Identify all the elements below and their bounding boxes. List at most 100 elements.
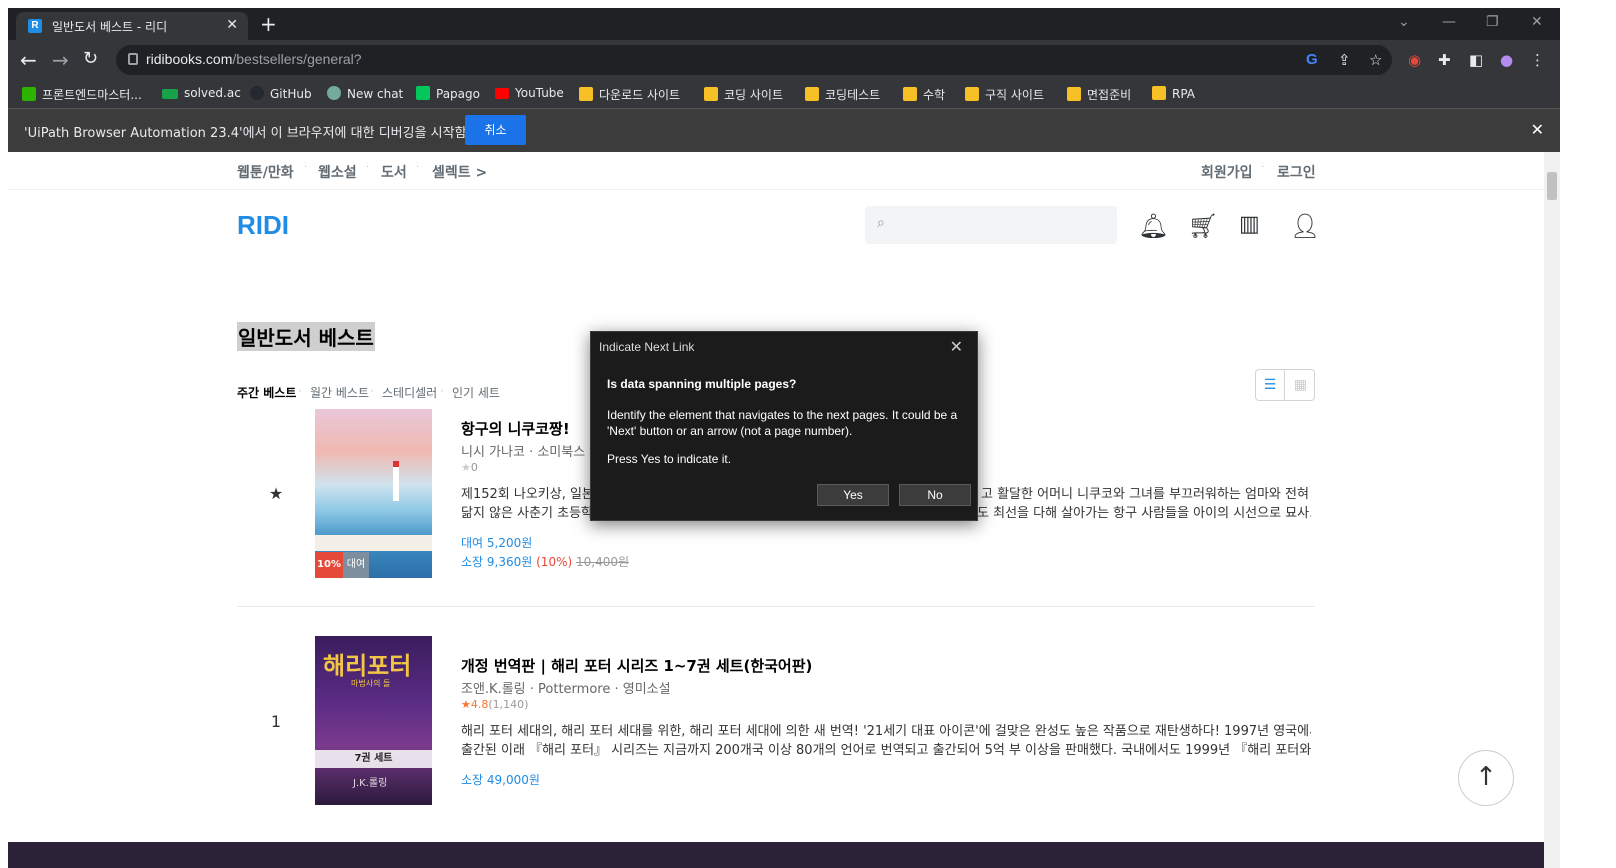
indicate-next-link-dialog: Indicate Next Link ✕ Is data spanning mu… [590,331,978,521]
book-description: 고 활달한 어머니 니쿠코와 그녀를 부끄러워하는 엄마와 전혀 [981,487,1309,502]
arrow-up-icon: ↑ [1475,762,1497,792]
book-author[interactable]: 니시 가나코 · 소미북스 [461,441,585,460]
tab-search-icon[interactable]: ⌄ [1398,14,1410,30]
reload-icon[interactable]: ↻ [83,48,98,69]
nav-webtoon[interactable]: 웹툰/만화 [237,162,294,182]
user-icon[interactable]: 👤︎ [1290,212,1320,240]
nav-select[interactable]: 셀렉트 > [432,162,487,182]
cart-icon[interactable]: 🛒︎ [1188,212,1218,240]
own-price[interactable]: 소장 9,360원 (10%) 10,400원 [461,553,629,570]
restore-icon[interactable]: ❐ [1486,14,1499,30]
tab-title: 일반도서 베스트 - 리디 [52,20,168,34]
ridi-favicon-icon: R [28,19,42,33]
scroll-to-top-button[interactable]: ↑ [1458,750,1514,806]
bookmark-item[interactable]: YouTube [495,86,564,100]
tab-popular-sets[interactable]: 인기 세트 [452,384,500,401]
scrollbar-thumb[interactable] [1547,172,1557,200]
bookmark-item[interactable]: 프론트엔드마스터... [22,86,142,103]
yes-button[interactable]: Yes [817,484,889,506]
tab-weekly[interactable]: 주간 베스트 [237,384,296,401]
dialog-heading: Is data spanning multiple pages? [607,377,797,391]
nav-webnovel[interactable]: 웹소설 [318,162,357,182]
back-icon[interactable]: ← [20,48,37,72]
tab-steady[interactable]: 스테디셀러 [382,384,437,401]
login-link[interactable]: 로그인 [1277,162,1316,182]
nav-separator: · [416,162,420,173]
bookmark-star-icon[interactable]: ☆ [1369,51,1382,69]
grid-view-icon[interactable]: ▦ [1286,370,1315,400]
extensions-puzzle-icon[interactable]: ✚ [1438,51,1451,69]
cover-set-label: 7권 세트 [315,750,432,768]
bookmark-folder[interactable]: 코딩테스트 [805,86,880,103]
bookmark-item[interactable]: New chat [327,86,403,101]
notification-bell-icon[interactable]: 🔔︎ [1138,212,1168,240]
share-icon[interactable]: ⇪ [1338,51,1351,69]
lighthouse-illustration [393,461,399,501]
new-tab-button[interactable]: + [260,12,277,36]
search-icon: ⌕ [877,215,885,231]
book-cover[interactable]: 10% 대여 [315,409,432,578]
nav-separator: · [366,162,370,173]
page-scrollbar[interactable] [1544,152,1560,868]
discount-badge: 10% [315,552,343,578]
folder-icon [965,87,979,101]
dialog-title: Indicate Next Link [599,340,695,354]
profile-avatar-icon[interactable]: ● [1500,51,1513,69]
infobar-close-icon[interactable]: ✕ [1531,120,1544,139]
bookmark-item[interactable]: GitHub [250,86,312,101]
debugging-message: 'UiPath Browser Automation 23.4'에서 이 브라우… [24,126,467,141]
url-text: ridibooks.com/bestsellers/general? [146,51,362,67]
bottom-banner [8,842,1544,868]
own-price[interactable]: 소장 49,000원 [461,771,540,788]
nav-books[interactable]: 도서 [381,162,407,182]
menu-kebab-icon[interactable]: ⋮ [1530,51,1545,69]
bookmark-folder[interactable]: 구직 사이트 [965,86,1044,103]
bookmark-folder[interactable]: RPA [1152,86,1195,101]
list-view-icon[interactable]: ☰ [1256,370,1285,400]
library-icon[interactable]: ▥ [1239,212,1260,237]
nav-separator: · [304,162,308,173]
book-description: 해리 포터 세대의, 해리 포터 세대를 위한, 해리 포터 세대에 의한 새 … [461,724,1311,739]
bookmark-item[interactable]: solved.ac [162,86,241,100]
browser-toolbar: ← → ↻ ridibooks.com/bestsellers/general?… [8,40,1560,80]
bookmark-folder[interactable]: 수학 [903,86,945,103]
tab-monthly[interactable]: 월간 베스트 [310,384,369,401]
rental-badge: 대여 [343,552,369,578]
window-close-icon[interactable]: ✕ [1531,14,1543,30]
cover-title: 해리포터 [323,652,412,680]
google-lens-icon[interactable]: G [1306,51,1318,68]
lock-icon[interactable] [128,53,138,65]
folder-icon [579,87,593,101]
bookmark-folder[interactable]: 코딩 사이트 [704,86,783,103]
browser-tab[interactable]: R 일반도서 베스트 - 리디 ✕ [16,12,248,40]
book-rank-star-icon: ★ [268,484,284,503]
book-rating: ★4.8(1,140) [461,698,529,711]
book-author[interactable]: 조앤.K.롤링 · Pottermore · 영미소설 [461,678,671,697]
tab-close-icon[interactable]: ✕ [226,17,238,33]
book-title[interactable]: 항구의 니쿠코짱! [461,418,570,439]
bookmark-item[interactable]: Papago [416,86,480,101]
book-title[interactable]: 개정 번역판 | 해리 포터 시리즈 1~7권 세트(한국어판) [461,655,812,676]
bookmark-folder[interactable]: 다운로드 사이트 [579,86,680,103]
dialog-close-icon[interactable]: ✕ [950,337,963,357]
side-panel-icon[interactable]: ◧ [1469,51,1483,69]
book-description: 출간된 이래 『해리 포터』 시리즈는 지금까지 200개국 이상 80개의 언… [461,743,1311,758]
rating-star-icon: ★ [461,461,471,474]
forward-icon[interactable]: → [52,48,69,72]
address-bar[interactable]: ridibooks.com/bestsellers/general? G ⇪ ☆ [116,45,1392,75]
minimize-icon[interactable]: — [1442,14,1456,30]
search-input[interactable]: ⌕ [865,206,1117,244]
header-divider [8,189,1544,190]
book-cover[interactable]: 해리포터 마법사의 돌 7권 세트 J.K.롤링 [315,636,432,805]
signup-link[interactable]: 회원가입 [1201,162,1253,182]
browser-window: R 일반도서 베스트 - 리디 ✕ + ⌄ — ❐ ✕ ← → ↻ ridibo… [8,8,1560,868]
ublock-extension-icon[interactable]: ◉ [1408,51,1421,69]
cover-stripe [315,535,432,551]
cancel-debugging-button[interactable]: 취소 [465,115,526,145]
ridi-logo[interactable]: RIDI [237,210,289,241]
rent-price[interactable]: 대여 5,200원 [461,534,532,551]
no-button[interactable]: No [899,484,971,506]
youtube-icon [495,88,509,99]
openai-icon [327,86,341,100]
bookmark-folder[interactable]: 면접준비 [1067,86,1131,103]
